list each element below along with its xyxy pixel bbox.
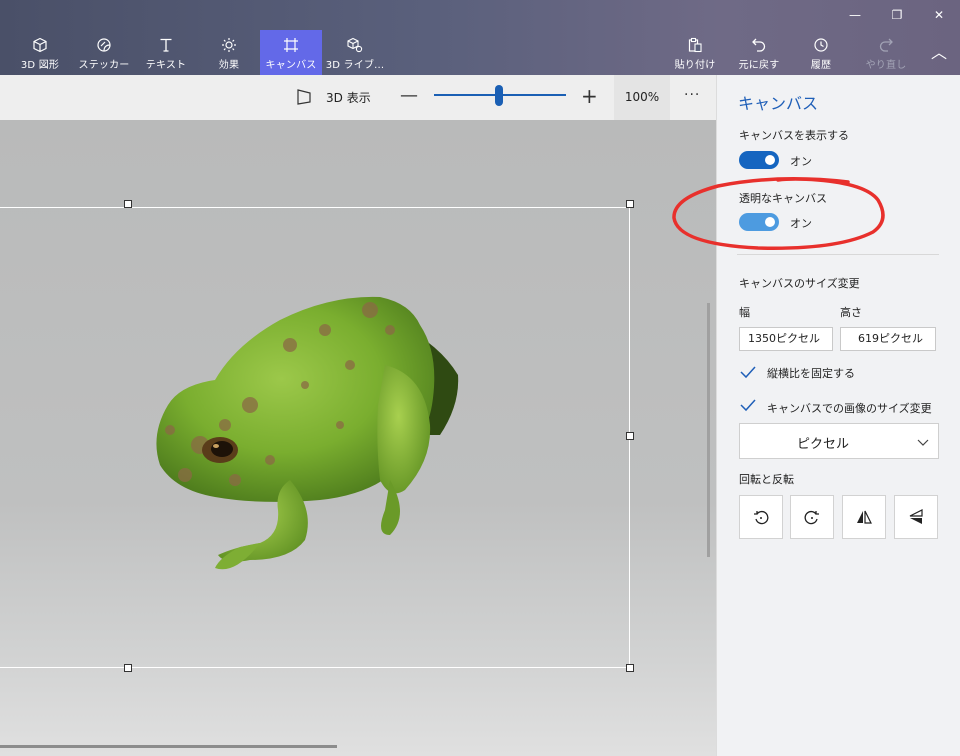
vertical-scrollbar[interactable]: [707, 303, 710, 557]
zoom-level[interactable]: 100%: [614, 75, 670, 120]
3d-library-icon: [347, 37, 363, 53]
height-label: 高さ: [840, 306, 862, 319]
zoom-slider-thumb[interactable]: [495, 85, 503, 106]
collapse-ribbon-button[interactable]: ︿: [924, 40, 954, 62]
height-input[interactable]: 619ピクセル: [840, 327, 936, 351]
zoom-in-button[interactable]: +: [581, 84, 598, 108]
tool-label: 効果: [218, 60, 240, 71]
canvas-area[interactable]: [0, 120, 716, 756]
show-canvas-toggle[interactable]: [739, 151, 779, 169]
unit-select-value: ピクセル: [796, 437, 849, 452]
redo-icon: [879, 38, 893, 52]
undo-icon: [752, 38, 766, 52]
resize-handle-bottom[interactable]: [124, 664, 132, 672]
action-label: 元に戻す: [738, 60, 780, 71]
chevron-down-icon: [917, 439, 929, 446]
zoom-out-button[interactable]: —: [400, 85, 418, 106]
flip-horizontal-icon: [857, 510, 872, 524]
tool-canvas[interactable]: キャンバス: [260, 30, 322, 75]
resize-handle-right[interactable]: [626, 432, 634, 440]
frog-image[interactable]: [140, 285, 470, 575]
resize-image-label: キャンバスでの画像のサイズ変更: [767, 402, 932, 415]
resize-handle-top-right[interactable]: [626, 200, 634, 208]
paste-icon: [688, 37, 702, 53]
lock-aspect-checkbox[interactable]: [738, 362, 758, 382]
show-canvas-label: キャンバスを表示する: [739, 129, 849, 142]
close-button[interactable]: ✕: [924, 4, 954, 26]
rotate-right-button[interactable]: [790, 495, 834, 539]
tool-label: 3D 図形: [20, 60, 60, 71]
tool-stickers[interactable]: ステッカー: [76, 30, 132, 75]
toggle-knob: [765, 217, 775, 227]
effects-sun-icon: [222, 38, 236, 52]
3d-view-button[interactable]: 3D 表示: [326, 89, 371, 106]
more-options-button[interactable]: ···: [684, 87, 700, 103]
canvas-icon: [284, 38, 298, 52]
tool-effects[interactable]: 効果: [204, 30, 254, 75]
horizontal-scrollbar[interactable]: [0, 745, 337, 748]
lock-aspect-label: 縦横比を固定する: [767, 367, 855, 380]
resize-handle-bottom-right[interactable]: [626, 664, 634, 672]
unit-select[interactable]: ピクセル: [739, 423, 939, 459]
tool-text[interactable]: テキスト: [140, 30, 192, 75]
3d-view-icon[interactable]: [295, 88, 313, 106]
resize-handle-top[interactable]: [124, 200, 132, 208]
show-canvas-state: オン: [790, 155, 812, 168]
toggle-knob: [765, 155, 775, 165]
rotate-left-icon: [754, 510, 769, 525]
transparent-canvas-label: 透明なキャンバス: [739, 192, 827, 205]
tool-label: 3D ライブ...: [325, 60, 385, 71]
history-icon: [814, 38, 828, 52]
width-label: 幅: [739, 306, 750, 319]
resize-heading: キャンバスのサイズ変更: [739, 277, 860, 290]
undo-button[interactable]: 元に戻す: [734, 30, 784, 75]
flip-horizontal-button[interactable]: [842, 495, 886, 539]
view-toolbar: 3D 表示 — + 100% ···: [0, 75, 716, 120]
action-label: 貼り付け: [674, 60, 716, 71]
canvas-panel: キャンバス キャンバスを表示する オン 透明なキャンバス オン キャンバスのサイ…: [716, 75, 960, 756]
history-button[interactable]: 履歴: [798, 30, 844, 75]
top-ribbon: — ❐ ✕ 3D 図形 ステッカー テキスト 効果 キャンバス 3D ライブ..…: [0, 0, 960, 75]
tool-3d-shapes[interactable]: 3D 図形: [14, 30, 66, 75]
flip-vertical-icon: [909, 509, 923, 524]
tool-label: テキスト: [145, 60, 187, 71]
tool-label: ステッカー: [78, 60, 130, 71]
divider: [737, 254, 939, 255]
transparent-canvas-toggle[interactable]: [739, 213, 779, 231]
width-input[interactable]: 1350ピクセル: [739, 327, 833, 351]
restore-button[interactable]: ❐: [882, 4, 912, 26]
action-label: 履歴: [810, 60, 832, 71]
text-icon: [160, 38, 172, 52]
rotate-heading: 回転と反転: [739, 473, 794, 486]
tool-label: キャンバス: [265, 60, 317, 71]
action-label: やり直し: [865, 60, 907, 71]
minimize-button[interactable]: —: [840, 4, 870, 26]
tool-3d-library[interactable]: 3D ライブ...: [326, 30, 384, 75]
paste-button[interactable]: 貼り付け: [670, 30, 720, 75]
rotate-left-button[interactable]: [739, 495, 783, 539]
flip-vertical-button[interactable]: [894, 495, 938, 539]
redo-button[interactable]: やり直し: [860, 30, 912, 75]
rotate-right-icon: [804, 510, 819, 525]
sticker-icon: [97, 38, 111, 52]
resize-image-checkbox[interactable]: [738, 395, 758, 415]
transparent-canvas-state: オン: [790, 217, 812, 230]
zoom-slider[interactable]: [434, 84, 566, 108]
panel-title: キャンバス: [738, 94, 819, 113]
cube-icon: [33, 37, 47, 53]
